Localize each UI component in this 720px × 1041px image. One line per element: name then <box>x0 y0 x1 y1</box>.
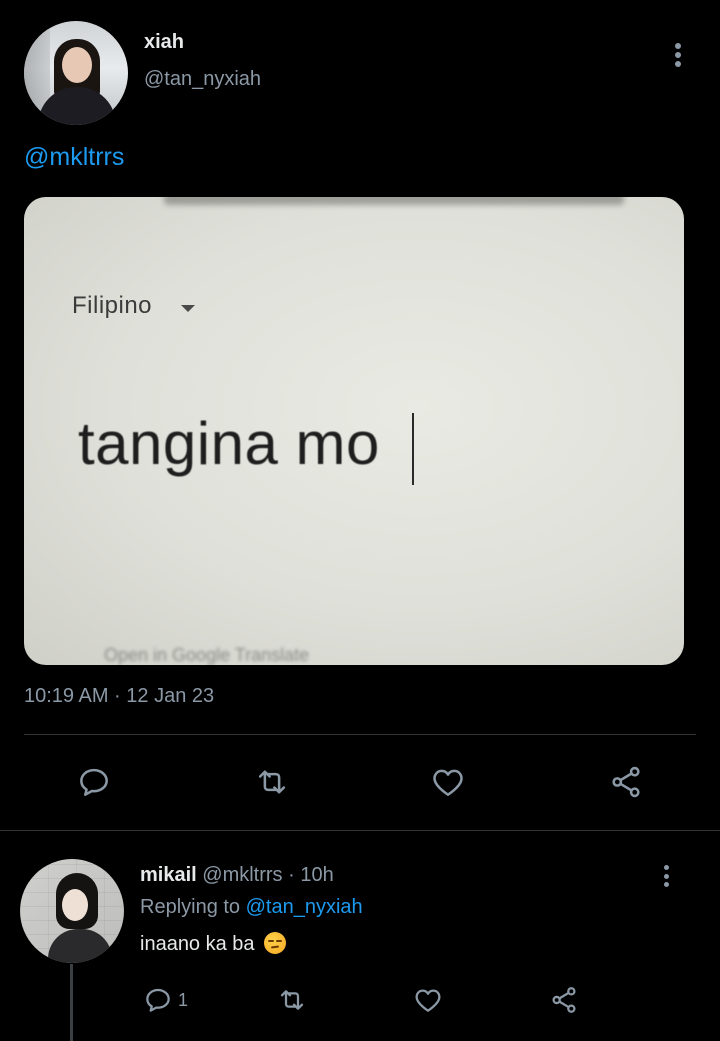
reply-text-body: inaano ka ba <box>140 933 255 955</box>
share-button[interactable] <box>604 760 648 804</box>
tweet-timestamp[interactable]: 10:19 AM · 12 Jan 23 <box>24 685 214 708</box>
heart-icon <box>433 769 463 796</box>
more-options-icon[interactable] <box>654 862 678 890</box>
heart-icon <box>415 989 441 1012</box>
media-typed-text: tangina mo <box>78 410 380 477</box>
reply-meta: @mkltrrs · 10h <box>202 864 334 886</box>
media-language-label: Filipino <box>72 292 153 319</box>
reply-button[interactable] <box>72 760 116 804</box>
like-button[interactable] <box>426 760 470 804</box>
reply-reply-button[interactable]: 1 <box>142 980 188 1020</box>
reply-like-button[interactable] <box>412 980 444 1020</box>
reply-icon <box>146 988 170 1012</box>
share-icon <box>612 766 640 798</box>
reply-header: mikail @mkltrrs · 10h <box>140 864 334 887</box>
more-options-icon[interactable] <box>664 40 692 70</box>
reply-count: 1 <box>178 989 189 1010</box>
reply-share-button[interactable] <box>548 980 580 1020</box>
author-name[interactable]: xiah <box>144 31 184 54</box>
replying-to-prefix: Replying to <box>140 896 241 918</box>
reply-text: inaano ka ba <box>140 932 287 956</box>
replying-to-handle[interactable]: @tan_nyxiah <box>246 896 363 918</box>
thread-connector-line <box>70 964 73 1041</box>
share-icon <box>552 987 576 1013</box>
retweet-icon <box>258 770 286 794</box>
tweet-thread: xiah @tan_nyxiah @mkltrrs Filipino tangi… <box>0 0 720 1041</box>
chevron-down-icon <box>181 305 195 312</box>
reply-retweet-button[interactable] <box>276 980 308 1020</box>
reply-author-name[interactable]: mikail <box>140 864 197 886</box>
unamused-face-icon <box>264 932 287 954</box>
reply-icon <box>80 768 108 796</box>
author-handle[interactable]: @tan_nyxiah <box>144 68 261 91</box>
divider <box>24 734 696 735</box>
replying-to-line: Replying to @tan_nyxiah <box>140 896 363 919</box>
tweet-text-mention[interactable]: @mkltrrs <box>24 143 124 172</box>
tweet-media-image[interactable]: Filipino tangina mo Open in Google Trans… <box>24 197 684 665</box>
divider <box>0 830 720 831</box>
author-avatar[interactable] <box>24 21 128 125</box>
retweet-button[interactable] <box>250 760 294 804</box>
retweet-icon <box>280 990 304 1010</box>
media-footer-text: Open in Google Translate <box>104 645 310 665</box>
text-cursor <box>412 413 414 485</box>
reply-author-avatar[interactable] <box>20 859 124 963</box>
